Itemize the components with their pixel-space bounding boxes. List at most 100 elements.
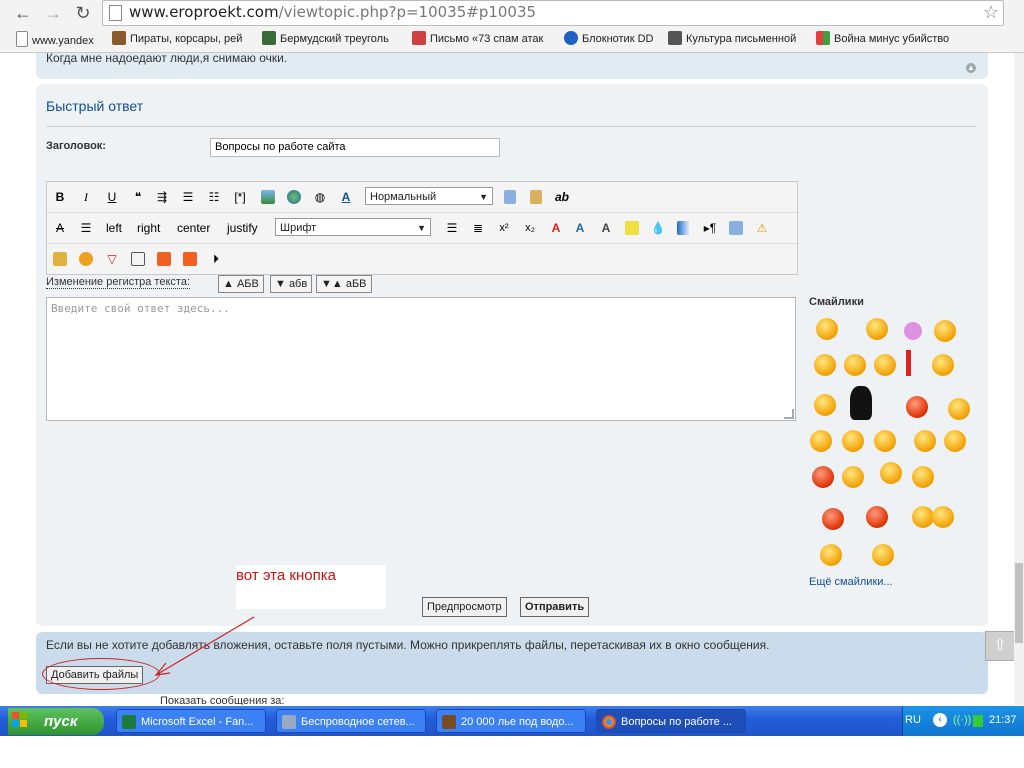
superscript-button[interactable]: x² [495, 219, 513, 237]
battery-icon[interactable] [973, 715, 983, 727]
angry-smiley-icon[interactable] [812, 466, 834, 488]
forward-icon[interactable]: → [42, 2, 64, 24]
subject-input[interactable] [210, 138, 500, 157]
lowercase-button[interactable]: ▼ абв [270, 275, 313, 293]
highlight-icon[interactable] [623, 219, 641, 237]
smiley-icon[interactable] [932, 506, 954, 528]
sunglasses-smiley-icon[interactable] [914, 430, 936, 452]
text-glow-icon[interactable]: A [571, 219, 589, 237]
underline-button[interactable]: U [103, 188, 121, 206]
smiley-icon[interactable] [822, 508, 844, 530]
play-icon[interactable]: ⏵ [207, 250, 225, 268]
justify-button[interactable]: justify [227, 219, 258, 237]
smiley-icon[interactable] [842, 430, 864, 452]
submit-button[interactable]: Отправить [520, 597, 590, 617]
smiley-icon[interactable] [820, 544, 842, 566]
lock-icon[interactable] [51, 250, 69, 268]
smiley-icon[interactable] [880, 462, 902, 484]
back-to-top-icon[interactable]: ▲ [966, 63, 976, 73]
sunglasses-smiley-icon[interactable] [872, 544, 894, 566]
smiley-icon[interactable] [932, 354, 954, 376]
more-smilies-link[interactable]: Ещё смайлики... [809, 576, 893, 588]
ab-button[interactable]: ab [553, 188, 571, 206]
align-left-button[interactable]: left [105, 219, 123, 237]
task-excel[interactable]: Microsoft Excel - Fan... [116, 709, 266, 733]
smiley-icon[interactable] [904, 322, 922, 340]
info-icon[interactable] [129, 250, 147, 268]
smiley-icon[interactable] [842, 466, 864, 488]
preview-button[interactable]: Предпросмотр [422, 597, 507, 617]
image-icon[interactable] [259, 188, 277, 206]
language-indicator[interactable]: RU [905, 714, 921, 726]
font-size-select[interactable]: Нормальный ▼ [365, 187, 493, 205]
wifi-icon[interactable]: ((·)) [953, 714, 971, 726]
gradient-icon[interactable] [675, 219, 693, 237]
spoiler-icon[interactable] [181, 250, 199, 268]
star-icon[interactable]: ☆ [983, 2, 999, 23]
smiley-icon[interactable] [810, 430, 832, 452]
align-justify-icon[interactable]: ☰ [77, 219, 95, 237]
font-family-select[interactable]: Шрифт ▼ [275, 218, 431, 236]
smiley-icon[interactable] [874, 354, 896, 376]
italic-button[interactable]: I [77, 188, 95, 206]
smiley-icon[interactable] [934, 320, 956, 342]
strike-button[interactable]: A [51, 219, 69, 237]
smiley-icon[interactable] [948, 398, 970, 420]
bookmark-item[interactable]: Письмо «73 спам атак [412, 31, 543, 47]
cat-icon[interactable] [850, 386, 872, 420]
message-textarea[interactable]: Введите свой ответ здесь... [46, 297, 796, 421]
smiley-icon[interactable] [816, 318, 838, 340]
flash-icon[interactable]: ◍ [311, 188, 329, 206]
devil-smiley-icon[interactable] [906, 396, 928, 418]
task-chrome[interactable]: Вопросы по работе ... [596, 709, 746, 733]
uppercase-button[interactable]: ▲ АБВ [218, 275, 264, 293]
scrollbar-thumb[interactable] [1015, 563, 1023, 643]
code-icon[interactable]: ⇶ [153, 188, 171, 206]
font-color-icon[interactable]: A [337, 188, 355, 206]
exclamation-icon[interactable] [906, 350, 911, 376]
triangle-down-icon[interactable]: ▽ [103, 250, 121, 268]
smiley-icon[interactable] [814, 394, 836, 416]
copy-icon[interactable] [501, 188, 519, 206]
reload-icon[interactable]: ↻ [72, 2, 94, 24]
smiley-icon[interactable] [912, 466, 934, 488]
smiley-icon[interactable] [944, 430, 966, 452]
link-globe-icon[interactable] [285, 188, 303, 206]
scroll-to-top-button[interactable]: ⇧ [985, 631, 1015, 661]
upload-icon[interactable] [727, 219, 745, 237]
bookmark-item[interactable]: Бермудский треуголь [262, 31, 389, 47]
smiley-icon[interactable] [866, 318, 888, 340]
smiley-icon[interactable] [912, 506, 934, 528]
text-shadow-red-icon[interactable]: A [547, 219, 565, 237]
bookmark-item[interactable]: www.yandex [16, 31, 94, 47]
task-book[interactable]: 20 000 лье под водо... [436, 709, 586, 733]
numbered-list-icon[interactable]: ☷ [205, 188, 223, 206]
subscript-button[interactable]: x₂ [521, 219, 539, 237]
task-wireless[interactable]: Беспроводное сетев... [276, 709, 426, 733]
bullet-list-icon[interactable]: ☰ [179, 188, 197, 206]
speech-icon[interactable] [77, 250, 95, 268]
list-item-icon[interactable]: [*] [231, 188, 249, 206]
center-text-icon[interactable]: ≣ [469, 219, 487, 237]
invert-case-button[interactable]: ▼▲ аБВ [316, 275, 372, 293]
bold-button[interactable]: B [51, 188, 69, 206]
bookmark-item[interactable]: Блокнотик DD [564, 31, 653, 47]
smiley-icon[interactable] [814, 354, 836, 376]
soundcloud-icon[interactable] [155, 250, 173, 268]
align-right-button[interactable]: right [137, 219, 160, 237]
quote-icon[interactable]: ❝ [129, 188, 147, 206]
address-bar[interactable]: www.eroproekt.com/viewtopic.php?p=10035#… [102, 0, 1004, 26]
text-blur-icon[interactable]: A [597, 219, 615, 237]
smiley-icon[interactable] [844, 354, 866, 376]
direction-icon[interactable]: ▸¶ [701, 219, 719, 237]
smiley-icon[interactable] [874, 430, 896, 452]
page-scrollbar[interactable] [1014, 53, 1024, 705]
bookmark-item[interactable]: Война минус убийство [816, 31, 949, 47]
chevron-left-icon[interactable]: ‹ [933, 713, 947, 727]
back-icon[interactable]: ← [12, 2, 34, 24]
resize-grip-icon[interactable] [784, 409, 794, 419]
bookmark-item[interactable]: Пираты, корсары, рей [112, 31, 242, 47]
paste-icon[interactable] [527, 188, 545, 206]
devil-smiley-icon[interactable] [866, 506, 888, 528]
bookmark-item[interactable]: Культура письменной [668, 31, 796, 47]
